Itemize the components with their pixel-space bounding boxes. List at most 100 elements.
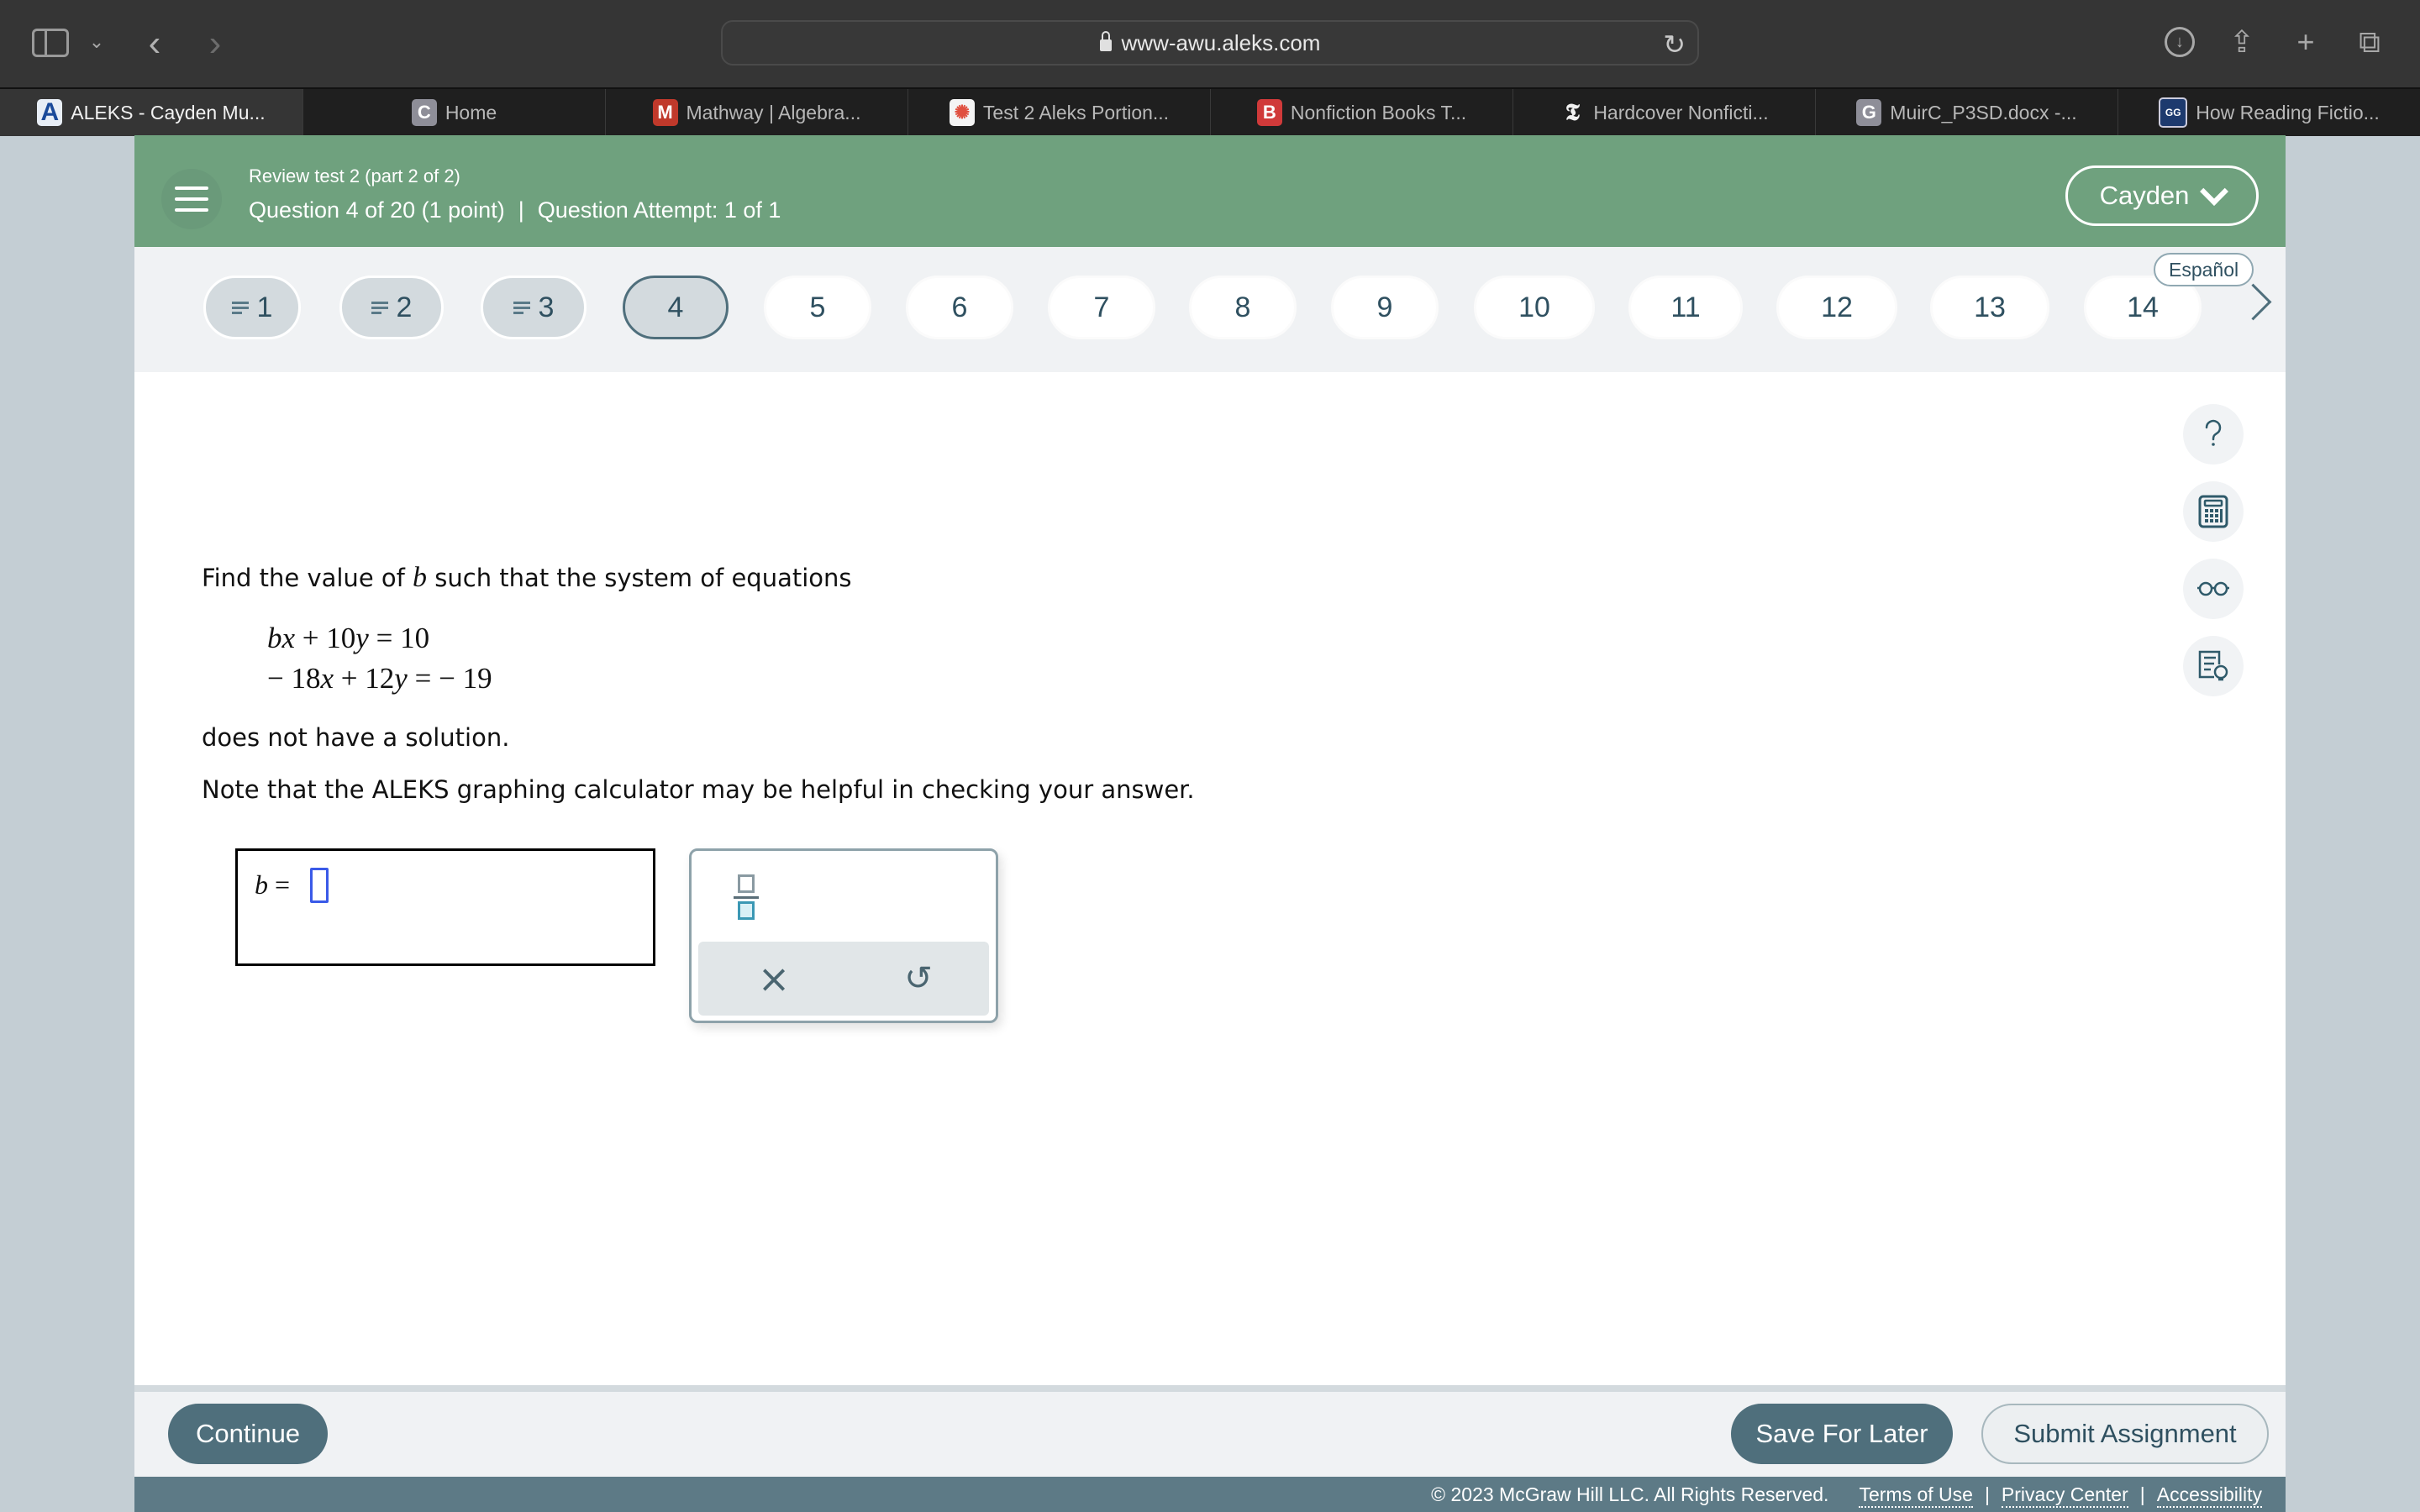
sidebar-toggle-icon[interactable] xyxy=(32,29,69,57)
chevron-down-icon[interactable]: ⌄ xyxy=(86,25,108,59)
tab-bar: A ALEKS - Cayden Mu... C Home M Mathway … xyxy=(0,87,2420,136)
new-tab-icon[interactable]: + xyxy=(2289,22,2323,62)
question-pill-2[interactable]: 2 xyxy=(339,276,444,339)
question-info: Question 4 of 20 (1 point) | Question Atte… xyxy=(249,197,781,223)
legal-footer: © 2023 McGraw Hill LLC. All Rights Reser… xyxy=(134,1477,2286,1512)
equation-1: bx + 10y = 10 xyxy=(267,622,430,654)
terms-of-use-link[interactable]: Terms of Use xyxy=(1859,1483,1973,1508)
calculator-icon[interactable] xyxy=(2183,481,2244,542)
fraction-icon[interactable] xyxy=(734,871,759,920)
forward-icon[interactable]: › xyxy=(198,20,232,67)
submit-assignment-button[interactable]: Submit Assignment xyxy=(1981,1404,2269,1464)
question-pill-4[interactable]: 4 xyxy=(623,276,729,339)
tab-hardcover-nonfiction[interactable]: 𝕿 Hardcover Nonficti... xyxy=(1512,89,1815,136)
attempt-info: Question Attempt: 1 of 1 xyxy=(537,197,781,223)
espanol-button[interactable]: Español xyxy=(2154,253,2254,286)
answered-icon xyxy=(371,301,388,314)
calculator-note: Note that the ALEKS graphing calculator … xyxy=(202,775,1195,804)
tab-label: Nonfiction Books T... xyxy=(1290,101,1467,123)
help-icon[interactable] xyxy=(2183,404,2244,465)
assignment-subtitle: Review test 2 (part 2 of 2) xyxy=(249,165,460,186)
notes-hint-icon[interactable] xyxy=(2183,636,2244,696)
privacy-center-link[interactable]: Privacy Center xyxy=(2001,1483,2128,1508)
assignment-header: Review test 2 (part 2 of 2) Question 4 o… xyxy=(134,135,2286,247)
question-number: Question 4 of 20 (1 point) xyxy=(249,197,505,223)
question-pill-13[interactable]: 13 xyxy=(1930,276,2049,339)
question-pill-8[interactable]: 8 xyxy=(1189,276,1297,339)
back-icon[interactable]: ‹ xyxy=(138,20,171,67)
glasses-icon[interactable] xyxy=(2183,559,2244,619)
question-pill-5[interactable]: 5 xyxy=(764,276,871,339)
tool-actions: × ↺ xyxy=(698,942,989,1016)
user-name: Cayden xyxy=(2099,181,2190,210)
tab-aleks[interactable]: A ALEKS - Cayden Mu... xyxy=(0,89,302,136)
chevron-down-icon xyxy=(2200,177,2229,206)
answer-label: b = xyxy=(255,869,291,900)
separator: | xyxy=(518,197,524,223)
action-footer: Continue Save For Later Submit Assignmen… xyxy=(134,1392,2286,1477)
answer-box: b = xyxy=(235,848,655,966)
address-bar[interactable]: www-awu.aleks.com ↻ xyxy=(721,20,1699,66)
pill-label: 2 xyxy=(396,291,413,323)
menu-button[interactable] xyxy=(161,169,222,229)
pill-label: 6 xyxy=(951,291,968,323)
question-pill-10[interactable]: 10 xyxy=(1474,276,1595,339)
tab-home[interactable]: C Home xyxy=(302,89,605,136)
pill-label: 13 xyxy=(1974,291,2006,323)
answered-icon xyxy=(513,301,530,314)
pill-label: 12 xyxy=(1821,291,1853,323)
accessibility-link[interactable]: Accessibility xyxy=(2156,1483,2262,1508)
pill-label: 4 xyxy=(667,291,684,323)
tab-how-reading-fiction[interactable]: GG How Reading Fictio... xyxy=(2118,89,2420,136)
pill-label: 7 xyxy=(1093,291,1110,323)
question-pill-11[interactable]: 11 xyxy=(1628,276,1743,339)
tab-nonfiction-books[interactable]: B Nonfiction Books T... xyxy=(1210,89,1512,136)
footer-divider xyxy=(134,1385,2286,1392)
aleks-page: Review test 2 (part 2 of 2) Question 4 o… xyxy=(134,135,2286,1512)
download-icon[interactable]: ↓ xyxy=(2165,27,2195,57)
share-icon[interactable]: ⇪ xyxy=(2225,22,2259,62)
chevron-right-icon[interactable] xyxy=(2234,283,2272,321)
tab-label: ALEKS - Cayden Mu... xyxy=(71,101,266,123)
canvas-logo-favicon-icon: ✺ xyxy=(949,99,975,126)
pill-label: 5 xyxy=(809,291,826,323)
question-pill-3[interactable]: 3 xyxy=(481,276,587,339)
user-menu-button[interactable]: Cayden xyxy=(2065,165,2259,226)
question-prompt: Find the value of b such that the system… xyxy=(202,562,852,594)
math-tool-panel: × ↺ xyxy=(689,848,998,1023)
tab-muirc-docx[interactable]: G MuirC_P3SD.docx -... xyxy=(1815,89,2118,136)
reload-icon[interactable]: ↻ xyxy=(1663,29,1686,60)
tab-overview-icon[interactable]: ⧉ xyxy=(2353,22,2386,62)
prompt-text: Find the value of xyxy=(202,564,413,592)
pill-label: 11 xyxy=(1670,291,1701,323)
question-pill-6[interactable]: 6 xyxy=(906,276,1013,339)
separator: | xyxy=(2139,1483,2145,1505)
pill-label: 14 xyxy=(2127,291,2159,323)
canvas-favicon-icon: C xyxy=(411,99,437,126)
prompt-text: such that the system of equations xyxy=(427,564,852,592)
question-pill-7[interactable]: 7 xyxy=(1048,276,1155,339)
tab-mathway[interactable]: M Mathway | Algebra... xyxy=(605,89,908,136)
question-pill-9[interactable]: 9 xyxy=(1331,276,1439,339)
lock-icon xyxy=(1099,31,1112,51)
separator: | xyxy=(1984,1483,1990,1505)
question-pill-12[interactable]: 12 xyxy=(1776,276,1897,339)
save-for-later-button[interactable]: Save For Later xyxy=(1731,1404,1953,1464)
continue-button[interactable]: Continue xyxy=(168,1404,328,1464)
equation-2: − 18x + 12y = − 19 xyxy=(267,662,492,695)
answer-input[interactable] xyxy=(310,868,329,903)
tab-label: Home xyxy=(445,101,497,123)
copyright-text: © 2023 McGraw Hill LLC. All Rights Reser… xyxy=(1431,1483,1829,1505)
question-pill-1[interactable]: 1 xyxy=(203,276,301,339)
url-text: www-awu.aleks.com xyxy=(1121,29,1321,55)
tab-label: How Reading Fictio... xyxy=(2196,101,2380,123)
browser-toolbar: ⌄ ‹ › www-awu.aleks.com ↻ ↓ ⇪ + ⧉ xyxy=(0,0,2420,87)
question-content: Find the value of b such that the system… xyxy=(134,372,2286,1389)
undo-icon[interactable]: ↺ xyxy=(893,953,944,1004)
variable-b: b xyxy=(413,562,428,593)
tab-test2[interactable]: ✺ Test 2 Aleks Portion... xyxy=(908,89,1210,136)
clear-icon[interactable]: × xyxy=(749,953,799,1004)
pill-label: 8 xyxy=(1234,291,1251,323)
tab-label: MuirC_P3SD.docx -... xyxy=(1890,101,2077,123)
condition-text: does not have a solution. xyxy=(202,723,510,752)
